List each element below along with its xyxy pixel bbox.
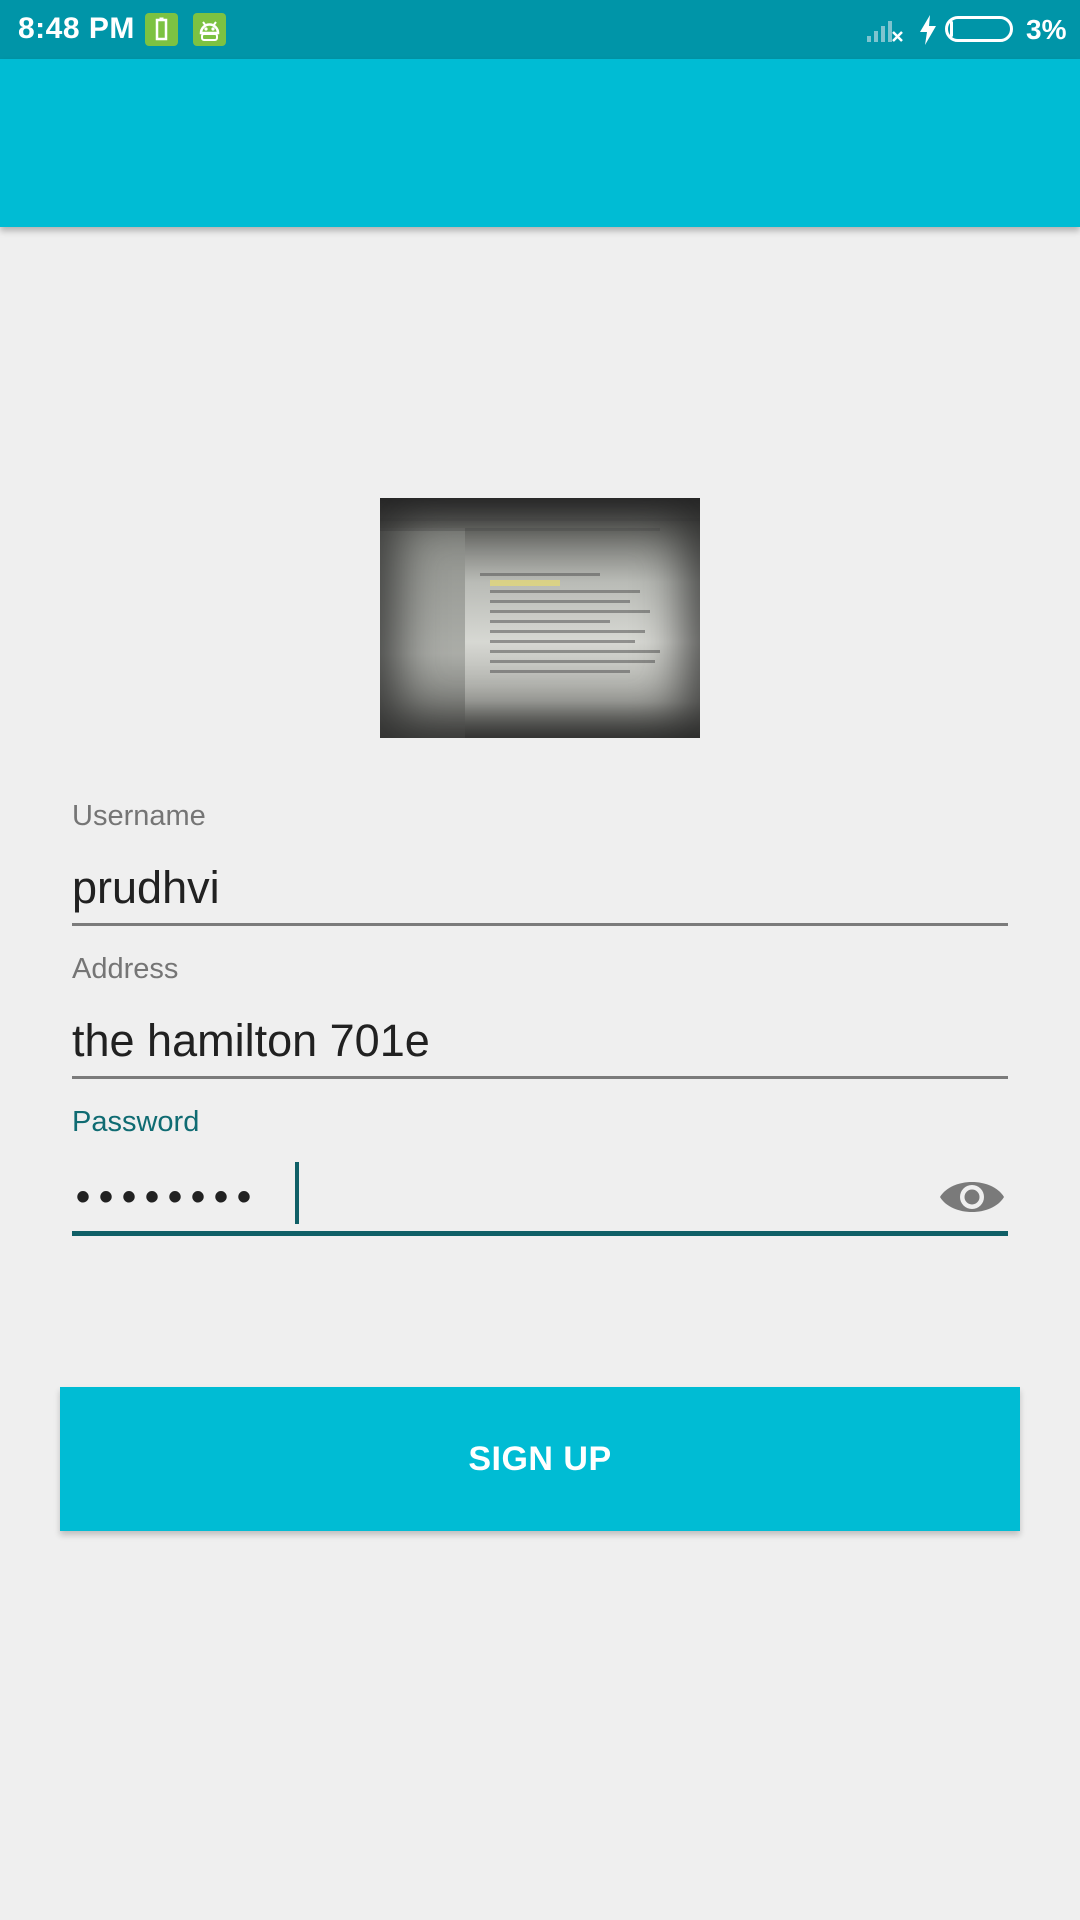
username-label: Username [72,800,206,832]
charging-bolt-icon [918,14,938,51]
text-cursor [295,1162,299,1224]
password-label: Password [72,1106,200,1138]
battery-saver-icon [145,13,178,46]
status-bar: 8:48 PM 3% [0,0,1080,59]
username-underline [72,923,1008,926]
address-label: Address [72,953,179,985]
password-field[interactable]: •••••••• [76,1175,260,1220]
battery-percent: 3% [1026,14,1067,45]
address-underline [72,1076,1008,1079]
sign-up-button[interactable]: SIGN UP [60,1387,1020,1531]
address-field[interactable]: the hamilton 701e [72,1015,430,1067]
status-time: 8:48 PM [18,12,135,45]
android-icon [193,13,226,46]
signal-off-icon [865,14,905,49]
profile-photo[interactable] [380,498,700,738]
password-underline [72,1231,1008,1236]
battery-icon [945,16,1013,42]
username-field[interactable]: prudhvi [72,862,220,914]
app-bar [0,59,1080,227]
eye-icon[interactable] [938,1172,1006,1222]
